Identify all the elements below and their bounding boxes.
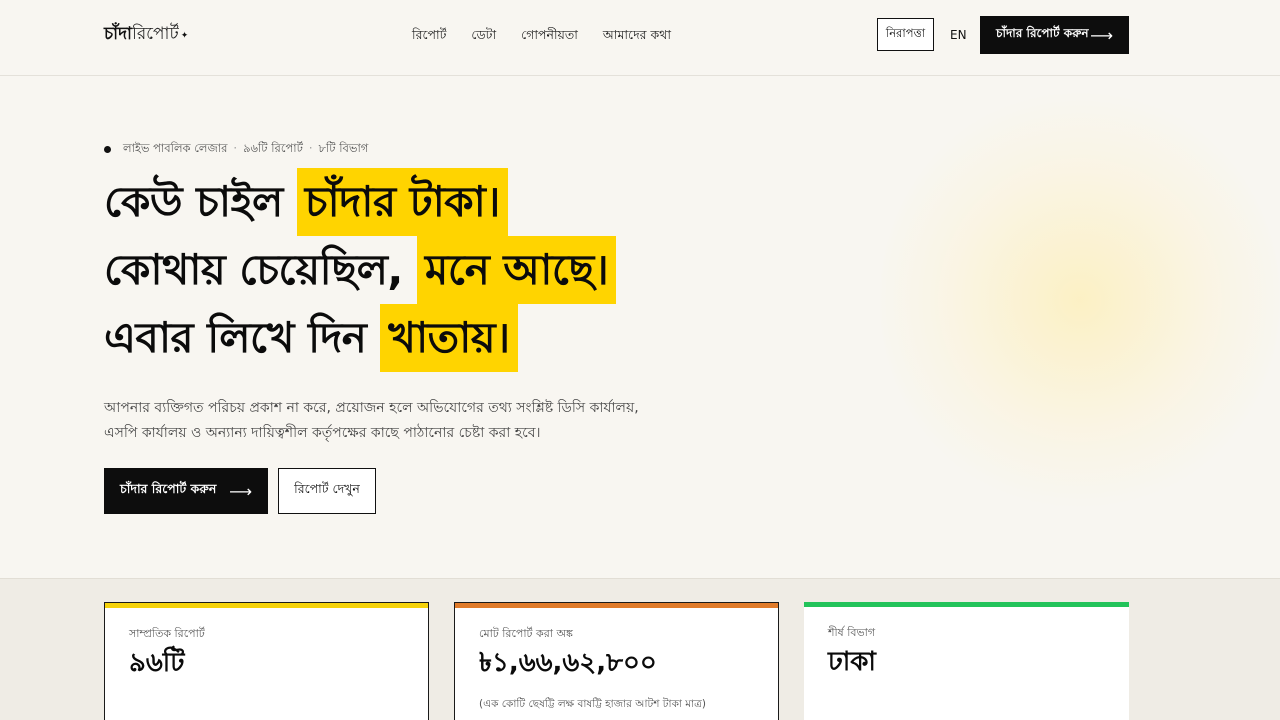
stat-card-total-amount: মোট রিপোর্ট করা অঙ্ক ৳১,৬৬,৬২,৮০০ (এক কো…	[454, 602, 779, 720]
headline-line-2-plain: কোথায় চেয়েছিল,	[104, 245, 418, 294]
logo-bold-text: চাঁদা	[104, 24, 132, 44]
hero-headline: কেউ চাইল চাঁদার টাকা। কোথায় চেয়েছিল, ম…	[104, 168, 617, 372]
stat-card-top-division: শীর্ষ বিভাগ ঢাকা	[804, 602, 1129, 720]
headline-line-3-plain: এবার লিখে দিন	[104, 313, 381, 362]
stat-card-accent	[105, 603, 428, 608]
nav-item-privacy[interactable]: গোপনীয়তা	[521, 25, 578, 45]
stat-label: সাম্প্রতিক রিপোর্ট	[129, 627, 205, 640]
nav-item-data[interactable]: ডেটা	[471, 25, 496, 45]
arrow-right-icon: ⟶	[229, 481, 252, 501]
hero-report-label: চাঁদার রিপোর্ট করুন	[120, 481, 217, 496]
ledger-separator: ·	[308, 141, 313, 155]
stat-label: মোট রিপোর্ট করা অঙ্ক	[479, 627, 573, 640]
headline-line-3: এবার লিখে দিন খাতায়।	[104, 304, 616, 372]
headline-line-1-plain: কেউ চাইল	[104, 177, 297, 226]
nav-item-reports[interactable]: রিপোর্ট	[412, 25, 446, 45]
ledger-meta: লাইভ পাবলিক লেজার · ৯৬টি রিপোর্ট · ৮টি ব…	[104, 139, 368, 157]
main-nav: রিপোর্ট ডেটা গোপনীয়তা আমাদের কথা	[412, 25, 696, 45]
header-report-button[interactable]: চাঁদার রিপোর্ট করুন ⟶	[980, 16, 1129, 54]
headline-line-1-highlight: চাঁদার টাকা।	[296, 168, 508, 236]
nav-item-about[interactable]: আমাদের কথা	[603, 25, 671, 45]
stat-card-accent	[455, 603, 778, 608]
headline-line-3-highlight: খাতায়।	[380, 304, 518, 372]
logo-star-icon: ✦	[180, 31, 189, 41]
language-toggle[interactable]: EN	[950, 26, 967, 44]
hero-report-button[interactable]: চাঁদার রিপোর্ট করুন ⟶	[104, 468, 268, 514]
stat-value: ৯৬টি	[129, 648, 185, 678]
headline-line-1: কেউ চাইল চাঁদার টাকা।	[104, 168, 616, 236]
ledger-live-text: লাইভ পাবলিক লেজার	[123, 141, 228, 155]
hero-description: আপনার ব্যক্তিগত পরিচয় প্রকাশ না করে, প্…	[104, 400, 639, 441]
stat-note: (এক কোটি ছেষট্টি লক্ষ বাষট্টি হাজার আটশ …	[479, 698, 706, 710]
stat-card-accent	[804, 602, 1129, 607]
site-logo[interactable]: চাঁদা রিপোর্ট ✦	[104, 22, 188, 48]
stat-value: ৳১,৬৬,৬২,৮০০	[479, 648, 657, 678]
ledger-division-count: ৮টি বিভাগ	[318, 141, 369, 155]
live-dot-icon	[104, 145, 111, 153]
ledger-separator: ·	[233, 141, 238, 155]
background-glow	[880, 90, 1280, 510]
headline-line-2: কোথায় চেয়েছিল, মনে আছে।	[104, 236, 617, 304]
view-reports-button[interactable]: রিপোর্ট দেখুন	[278, 468, 376, 514]
stat-label: শীর্ষ বিভাগ	[828, 626, 876, 639]
site-header: চাঁদা রিপোর্ট ✦ রিপোর্ট ডেটা গোপনীয়তা আ…	[0, 0, 1280, 76]
arrow-right-icon: ⟶	[1090, 25, 1113, 45]
ledger-report-count: ৯৬টি রিপোর্ট	[243, 141, 303, 155]
headline-line-2-highlight: মনে আছে।	[417, 236, 617, 304]
stat-value: ঢাকা	[828, 647, 876, 677]
safety-button[interactable]: নিরাপত্তা	[877, 18, 934, 51]
header-report-label: চাঁদার রিপোর্ট করুন	[996, 26, 1089, 40]
stat-card-recent-reports: সাম্প্রতিক রিপোর্ট ৯৬টি	[104, 602, 429, 720]
logo-light-text: রিপোর্ট	[131, 24, 179, 44]
